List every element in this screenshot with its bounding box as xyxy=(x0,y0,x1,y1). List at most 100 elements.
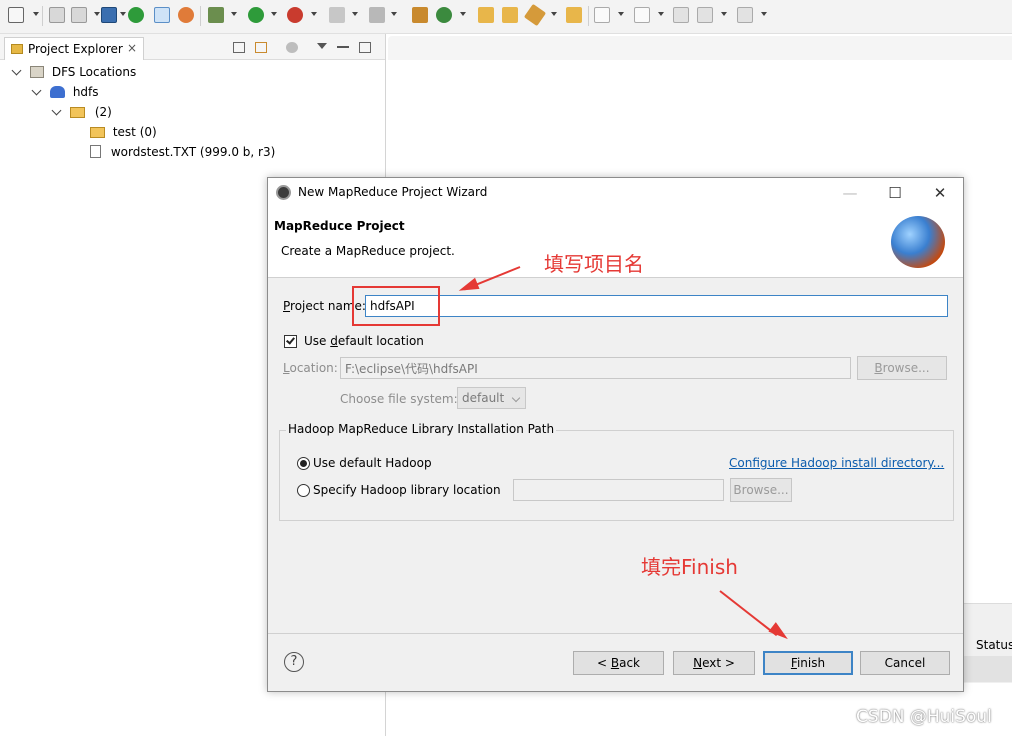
view-menu-icon[interactable] xyxy=(316,42,328,53)
external-tools-dropdown-icon[interactable] xyxy=(311,12,317,16)
next-button[interactable]: Next > xyxy=(673,651,755,675)
wizard-page-description: Create a MapReduce project. xyxy=(281,244,455,258)
forward-dropdown-icon[interactable] xyxy=(761,12,767,16)
tree-item-wordstest[interactable]: wordstest.TXT (999.0 b, r3) xyxy=(90,143,275,161)
run-dropdown-icon[interactable] xyxy=(271,12,277,16)
specify-hadoop-library-radio[interactable] xyxy=(297,484,310,497)
checkmark-icon xyxy=(286,335,295,345)
filter-icon[interactable] xyxy=(286,42,298,53)
stop-icon[interactable] xyxy=(329,7,345,23)
chevron-down-icon[interactable] xyxy=(51,105,62,116)
file-icon xyxy=(90,145,101,158)
search-dropdown-icon[interactable] xyxy=(551,12,557,16)
debug-icon[interactable] xyxy=(208,7,224,23)
open-task-icon[interactable] xyxy=(566,7,582,23)
stop-dropdown-icon[interactable] xyxy=(352,12,358,16)
bottom-panel-row xyxy=(962,656,1012,682)
save-dropdown-icon[interactable] xyxy=(94,12,100,16)
annotation-highlight-box xyxy=(352,286,440,326)
run-icon[interactable] xyxy=(248,7,264,23)
save-icon[interactable] xyxy=(49,7,65,23)
browse-library-button[interactable]: Browse... xyxy=(730,478,792,502)
back-dropdown-icon[interactable] xyxy=(721,12,727,16)
eclipse-icon xyxy=(276,185,291,200)
tab-label: Project Explorer xyxy=(28,42,123,56)
hadoop-icon[interactable] xyxy=(128,7,144,23)
tree-item-label: wordstest.TXT (999.0 b, r3) xyxy=(110,145,276,159)
tab-project-explorer[interactable]: Project Explorer × xyxy=(4,37,144,60)
watermark: CSDN @HuiSoul xyxy=(856,707,992,727)
tree-item-dfs-locations[interactable]: DFS Locations xyxy=(30,63,136,81)
link-with-editor-icon[interactable] xyxy=(255,42,267,53)
next-annotation-dropdown-icon[interactable] xyxy=(618,12,624,16)
use-default-hadoop-label[interactable]: Use default Hadoop xyxy=(313,456,432,470)
main-toolbar xyxy=(0,0,1012,34)
maximize-button[interactable]: ☐ xyxy=(880,182,910,204)
hadoop-library-input[interactable] xyxy=(513,479,724,501)
collapse-all-icon[interactable] xyxy=(233,42,245,53)
save-all-icon[interactable] xyxy=(71,7,87,23)
configure-hadoop-link[interactable]: Configure Hadoop install directory... xyxy=(729,456,944,470)
tree-item-label: (2) xyxy=(94,105,112,119)
hadoop-library-group xyxy=(279,430,954,521)
last-edit-icon[interactable] xyxy=(673,7,689,23)
tree-item-hdfs[interactable]: hdfs xyxy=(50,83,99,101)
open-folder-icon[interactable] xyxy=(478,7,494,23)
forward-icon[interactable] xyxy=(737,7,753,23)
specify-hadoop-library-label[interactable]: Specify Hadoop library location xyxy=(313,483,501,497)
build-dropdown-icon[interactable] xyxy=(391,12,397,16)
explorer-tab-bar: Project Explorer × xyxy=(0,34,385,60)
tree-item-label: test (0) xyxy=(112,125,157,139)
prev-annotation-icon[interactable] xyxy=(634,7,650,23)
dfs-locations-icon xyxy=(30,66,44,78)
build-icon[interactable] xyxy=(369,7,385,23)
new-class-dropdown-icon[interactable] xyxy=(460,12,466,16)
editor-tab-strip xyxy=(388,36,1012,60)
help-icon[interactable]: ? xyxy=(284,652,304,672)
prev-annotation-dropdown-icon[interactable] xyxy=(658,12,664,16)
project-explorer-icon xyxy=(11,44,23,54)
next-annotation-icon[interactable] xyxy=(594,7,610,23)
dialog-titlebar[interactable]: New MapReduce Project Wizard — ☐ ✕ xyxy=(268,178,963,207)
perspective-icon[interactable] xyxy=(154,7,170,23)
cancel-button[interactable]: Cancel xyxy=(860,651,950,675)
refresh-icon[interactable] xyxy=(178,7,194,23)
tree-item-root-folder[interactable]: (2) xyxy=(70,103,112,121)
use-default-hadoop-radio[interactable] xyxy=(297,457,310,470)
new-dropdown-icon[interactable] xyxy=(33,12,39,16)
location-input[interactable] xyxy=(340,357,851,379)
status-column-header[interactable]: Status xyxy=(976,638,1012,652)
print-icon[interactable] xyxy=(101,7,117,23)
radio-selected-dot xyxy=(300,460,307,467)
close-icon[interactable]: × xyxy=(127,41,137,55)
external-tools-icon[interactable] xyxy=(287,7,303,23)
new-class-icon[interactable] xyxy=(436,7,452,23)
file-system-select[interactable]: default xyxy=(457,387,526,409)
minimize-button[interactable]: — xyxy=(835,182,865,204)
print-dropdown-icon[interactable] xyxy=(120,12,126,16)
open-project-icon[interactable] xyxy=(502,7,518,23)
use-default-location-label[interactable]: Use default location xyxy=(304,334,424,348)
open-type-icon[interactable] xyxy=(412,7,428,23)
close-button[interactable]: ✕ xyxy=(925,182,955,204)
tree-item-test[interactable]: test (0) xyxy=(90,123,157,141)
tree-item-label: DFS Locations xyxy=(51,65,137,79)
browse-location-button[interactable]: Browse... xyxy=(857,356,947,380)
use-default-location-checkbox[interactable] xyxy=(284,335,297,348)
minimize-icon[interactable] xyxy=(337,46,349,48)
project-name-input[interactable] xyxy=(365,295,948,317)
location-label: Location: xyxy=(283,361,338,375)
back-icon[interactable] xyxy=(697,7,713,23)
chevron-down-icon[interactable] xyxy=(31,85,42,96)
file-system-label: Choose file system: xyxy=(340,392,458,406)
toolbar-separator xyxy=(42,6,43,26)
footer-separator xyxy=(268,633,963,634)
maximize-icon[interactable] xyxy=(359,42,371,53)
chevron-down-icon[interactable] xyxy=(11,65,22,76)
finish-button[interactable]: Finish xyxy=(763,651,853,675)
folder-icon xyxy=(90,127,105,138)
back-button[interactable]: < Back xyxy=(573,651,664,675)
new-icon[interactable] xyxy=(8,7,24,23)
search-icon[interactable] xyxy=(523,3,547,27)
debug-dropdown-icon[interactable] xyxy=(231,12,237,16)
